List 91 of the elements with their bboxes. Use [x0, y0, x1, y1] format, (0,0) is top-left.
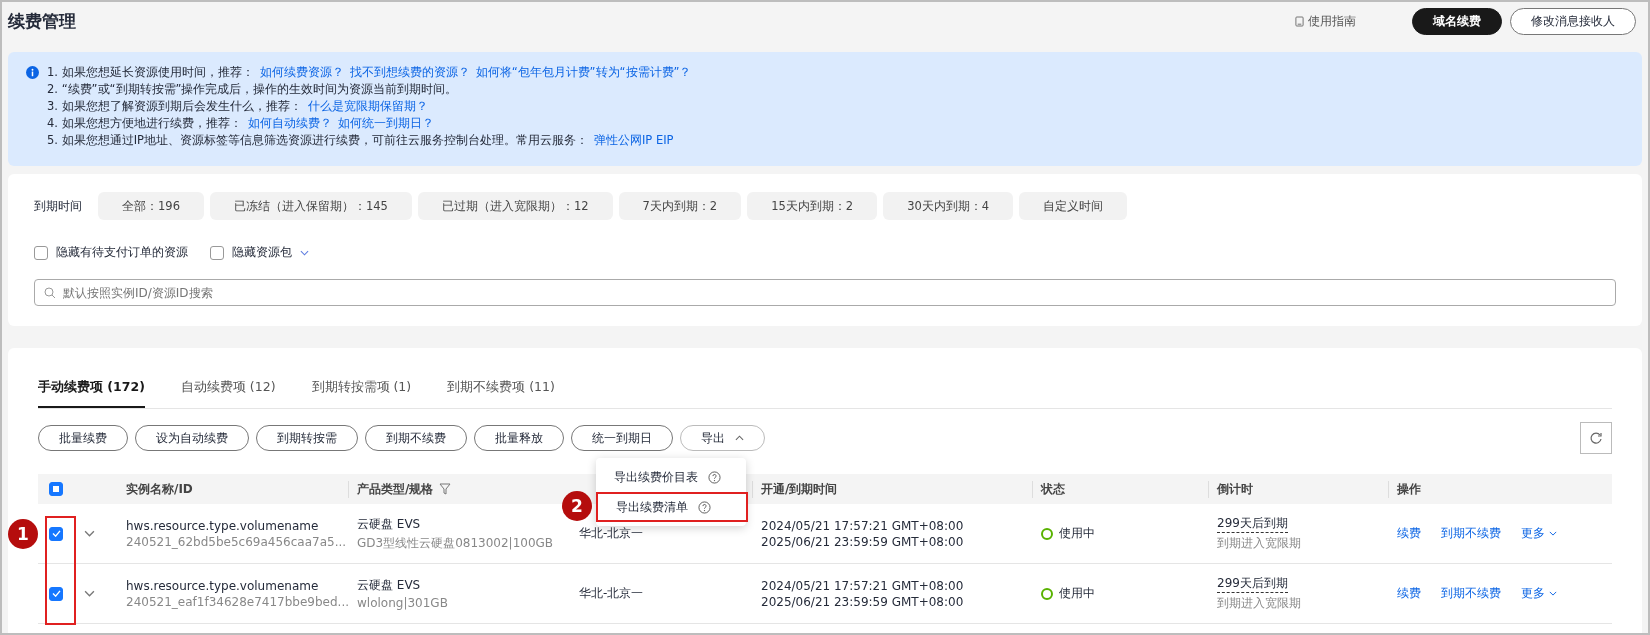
- checkbox-label: 隐藏资源包: [232, 244, 292, 261]
- tab[interactable]: 手动续费项 (172): [38, 379, 145, 408]
- row-checkbox[interactable]: [49, 526, 63, 541]
- document-icon: [1295, 15, 1304, 27]
- export-button[interactable]: 导出: [680, 425, 765, 451]
- column-header: 操作: [1397, 480, 1421, 498]
- filter-chip[interactable]: 7天内到期：2: [618, 192, 742, 220]
- filter-chip[interactable]: 30天内到期：4: [883, 192, 1014, 220]
- expand-icon[interactable]: [84, 530, 95, 537]
- action-button[interactable]: 到期转按需: [256, 425, 358, 451]
- help-link[interactable]: 找不到想续费的资源？: [349, 64, 470, 80]
- header-button[interactable]: 域名续费: [1412, 7, 1502, 35]
- status-text: 使用中: [1059, 585, 1095, 602]
- status-text: 使用中: [1059, 525, 1095, 542]
- help-icon: [708, 470, 721, 484]
- countdown-note: 到期进入宽限期: [1217, 535, 1301, 552]
- help-link[interactable]: 什么是宽限期保留期？: [307, 98, 428, 114]
- instance-name: hws.resource.type.volumename: [126, 518, 319, 533]
- countdown: 299天后到期: [1217, 515, 1288, 533]
- tab[interactable]: 自动续费项 (12): [180, 379, 276, 408]
- help-link[interactable]: 弹性公网IP EIP: [593, 132, 674, 148]
- countdown-note: 到期进入宽限期: [1217, 595, 1301, 612]
- guide-link[interactable]: 使用指南: [1295, 12, 1356, 30]
- column-header: 开通/到期时间: [761, 480, 838, 498]
- row-action-link[interactable]: 更多: [1521, 585, 1557, 602]
- start-time: 2024/05/21 17:57:21 GMT+08:00: [761, 578, 964, 593]
- help-icon: [698, 500, 711, 514]
- row-action-link[interactable]: 到期不续费: [1441, 585, 1501, 602]
- header-button[interactable]: 修改消息接收人: [1510, 7, 1636, 35]
- notice-text: 4. 如果您想方便地进行续费，推荐：: [47, 115, 242, 131]
- action-button[interactable]: 批量续费: [38, 425, 128, 451]
- end-time: 2025/06/21 23:59:59 GMT+08:00: [761, 534, 964, 549]
- chevron-icon: [735, 435, 744, 441]
- filter-chip[interactable]: 15天内到期：2: [747, 192, 878, 220]
- countdown: 299天后到期: [1217, 575, 1288, 593]
- region: 华北-北京一: [579, 585, 644, 602]
- column-header: 倒计时: [1217, 480, 1253, 498]
- start-time: 2024/05/21 17:57:21 GMT+08:00: [761, 518, 964, 533]
- tab[interactable]: 到期不续费项 (11): [447, 379, 555, 408]
- notice-text: 3. 如果您想了解资源到期后会发生什么，推荐：: [47, 98, 302, 114]
- column-header: 产品类型/规格: [357, 480, 434, 498]
- filter-label: 到期时间: [34, 197, 83, 215]
- search-icon: [44, 287, 56, 299]
- filter-chip[interactable]: 自定义时间: [1019, 192, 1128, 220]
- refresh-button[interactable]: [1580, 422, 1612, 454]
- tab[interactable]: 到期转按需项 (1): [311, 379, 412, 408]
- instance-name: hws.resource.type.volumename: [126, 578, 319, 593]
- column-header: 状态: [1041, 480, 1065, 498]
- action-button[interactable]: 设为自动续费: [135, 425, 249, 451]
- notice-text: 1. 如果您想延长资源使用时间，推荐：: [47, 64, 254, 80]
- expand-icon[interactable]: [84, 590, 95, 597]
- instance-id: 240521_eaf1f34628e7417bbe9bed...: [126, 594, 350, 609]
- checkbox[interactable]: [34, 245, 48, 260]
- chevron-down-icon[interactable]: [300, 249, 309, 256]
- filter-icon[interactable]: [439, 483, 452, 495]
- checkbox-label: 隐藏有待支付订单的资源: [56, 244, 188, 261]
- select-all-checkbox[interactable]: [49, 482, 63, 496]
- filter-chip[interactable]: 已过期（进入宽限期）：12: [417, 192, 613, 220]
- product-spec: GD3型线性云硬盘0813002|100GB: [357, 534, 554, 552]
- help-link[interactable]: 如何将“包年包月计费”转为“按需计费”？: [475, 64, 692, 80]
- row-checkbox[interactable]: [49, 586, 63, 601]
- column-header: 实例名称/ID: [126, 480, 193, 498]
- search-field[interactable]: 默认按照实例ID/资源ID搜索: [34, 279, 1616, 306]
- product-type: 云硬盘 EVS: [357, 577, 421, 594]
- menu-item[interactable]: 导出续费价目表: [596, 462, 746, 492]
- row-action-link[interactable]: 续费: [1397, 525, 1421, 542]
- page-title: 续费管理: [8, 9, 76, 33]
- chevron-down-icon: [1549, 531, 1557, 536]
- help-link[interactable]: 如何续费资源？: [259, 64, 344, 80]
- product-type: 云硬盘 EVS: [357, 515, 421, 533]
- row-action-link[interactable]: 到期不续费: [1441, 525, 1501, 542]
- product-spec: wlolong|301GB: [357, 596, 448, 610]
- row-action-link[interactable]: 更多: [1521, 525, 1557, 542]
- filter-chip[interactable]: 全部：196: [98, 192, 204, 220]
- refresh-icon: [1589, 431, 1603, 445]
- help-link[interactable]: 如何自动续费？: [247, 115, 332, 131]
- notice-text: 5. 如果您想通过IP地址、资源标签等信息筛选资源进行续费，可前往云服务控制台处理。常用云服务：: [47, 132, 588, 148]
- action-button[interactable]: 批量释放: [474, 425, 564, 451]
- instance-id: 240521_62bd5be5c69a456caa7a5...: [126, 534, 347, 549]
- row-action-link[interactable]: 续费: [1397, 585, 1421, 602]
- chevron-down-icon: [1549, 591, 1557, 596]
- checkbox[interactable]: [210, 245, 224, 260]
- action-button[interactable]: 统一到期日: [571, 425, 673, 451]
- end-time: 2025/06/21 23:59:59 GMT+08:00: [761, 594, 964, 609]
- notice-text: 2. “续费”或“到期转按需”操作完成后，操作的生效时间为资源当前到期时间。: [47, 81, 458, 97]
- info-icon: [26, 66, 39, 79]
- help-link[interactable]: 如何统一到期日？: [337, 115, 434, 131]
- region: 华北-北京一: [579, 525, 644, 542]
- filter-chip[interactable]: 已冻结（进入保留期）：145: [209, 192, 412, 220]
- action-button[interactable]: 到期不续费: [365, 425, 467, 451]
- menu-item[interactable]: 导出续费清单: [596, 492, 748, 522]
